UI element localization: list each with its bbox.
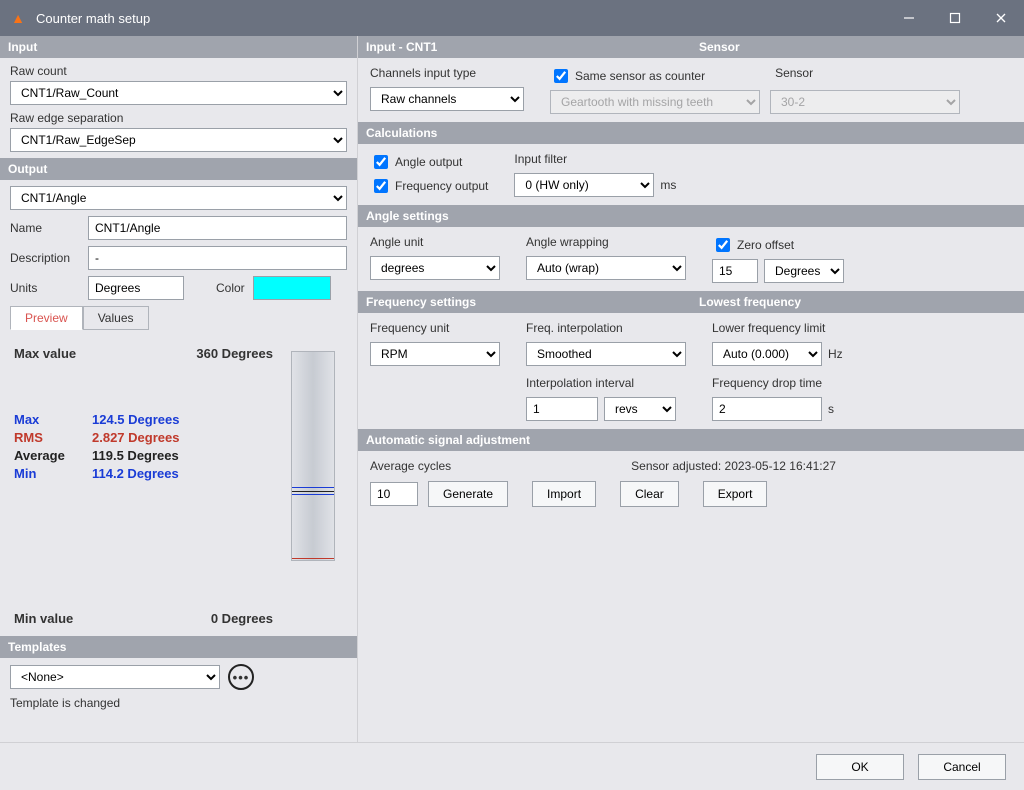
freq-unit-select[interactable]: RPM	[370, 342, 500, 366]
stat-min-val: 114.2 Degrees	[92, 465, 179, 483]
avg-cycles-label: Average cycles	[370, 459, 451, 473]
frequency-output-checkbox[interactable]: Frequency output	[370, 176, 488, 196]
preview-gauge	[291, 351, 335, 561]
raw-count-label: Raw count	[10, 64, 347, 78]
interp-interval-unit-select[interactable]: revs	[604, 397, 676, 421]
stat-avg-val: 119.5 Degrees	[92, 447, 179, 465]
channels-type-label: Channels input type	[370, 66, 524, 80]
lower-freq-select[interactable]: Auto (0.000)	[712, 342, 822, 366]
output-header: Output	[0, 158, 357, 180]
tab-values[interactable]: Values	[83, 306, 149, 330]
interp-interval-label: Interpolation interval	[526, 376, 686, 390]
angle-wrapping-label: Angle wrapping	[526, 235, 686, 249]
units-input[interactable]	[88, 276, 184, 300]
sensor-variant-select: 30-2	[770, 90, 960, 114]
min-value: 0 Degrees	[211, 611, 343, 626]
tab-preview[interactable]: Preview	[10, 306, 83, 330]
maximize-button[interactable]	[932, 0, 978, 36]
name-label: Name	[10, 221, 80, 235]
generate-button[interactable]: Generate	[428, 481, 508, 507]
freq-interp-select[interactable]: Smoothed	[526, 342, 686, 366]
hz-label: Hz	[828, 347, 843, 361]
lowest-frequency-header: Lowest frequency	[691, 291, 1024, 313]
description-label: Description	[10, 251, 80, 265]
output-channel-select[interactable]: CNT1/Angle	[10, 186, 347, 210]
freq-interp-label: Freq. interpolation	[526, 321, 686, 335]
color-label: Color	[216, 281, 245, 295]
interp-interval-input[interactable]	[526, 397, 598, 421]
template-select[interactable]: <None>	[10, 665, 220, 689]
angle-settings-header: Angle settings	[358, 205, 1024, 227]
description-input[interactable]	[88, 246, 347, 270]
angle-unit-select[interactable]: degrees	[370, 256, 500, 280]
angle-wrapping-select[interactable]: Auto (wrap)	[526, 256, 686, 280]
freq-unit-label: Frequency unit	[370, 321, 500, 335]
frequency-settings-header: Frequency settings	[358, 291, 691, 313]
s-label: s	[828, 402, 834, 416]
export-button[interactable]: Export	[703, 481, 768, 507]
app-icon: ▲	[10, 10, 26, 26]
sensor-label: Sensor	[775, 66, 813, 86]
zero-offset-checkbox[interactable]: Zero offset	[712, 235, 844, 255]
auto-adjustment-header: Automatic signal adjustment	[358, 429, 1024, 451]
input-header: Input	[0, 36, 357, 58]
minimize-button[interactable]	[886, 0, 932, 36]
sensor-type-select: Geartooth with missing teeth	[550, 90, 760, 114]
units-label: Units	[10, 281, 80, 295]
templates-header: Templates	[0, 636, 357, 658]
input-filter-unit: ms	[660, 178, 676, 192]
close-button[interactable]	[978, 0, 1024, 36]
calculations-header: Calculations	[358, 122, 1024, 144]
template-more-button[interactable]: •••	[228, 664, 254, 690]
raw-edge-label: Raw edge separation	[10, 111, 347, 125]
stat-avg-label: Average	[14, 447, 92, 465]
cancel-button[interactable]: Cancel	[918, 754, 1006, 780]
stat-max-val: 124.5 Degrees	[92, 411, 179, 429]
min-value-label: Min value	[14, 611, 73, 626]
input-cnt-header: Input - CNT1	[358, 36, 691, 58]
stat-max-label: Max	[14, 411, 92, 429]
avg-cycles-input[interactable]	[370, 482, 418, 506]
angle-unit-label: Angle unit	[370, 235, 500, 249]
angle-output-checkbox[interactable]: Angle output	[370, 152, 488, 172]
max-value-label: Max value	[14, 346, 76, 361]
clear-button[interactable]: Clear	[620, 481, 679, 507]
input-filter-select[interactable]: 0 (HW only)	[514, 173, 654, 197]
sensor-adjusted-label: Sensor adjusted: 2023-05-12 16:41:27	[631, 459, 836, 473]
freq-drop-label: Frequency drop time	[712, 376, 843, 390]
window-title: Counter math setup	[36, 11, 150, 26]
same-sensor-checkbox[interactable]: Same sensor as counter	[550, 66, 705, 86]
input-filter-label: Input filter	[514, 152, 676, 166]
zero-offset-input[interactable]	[712, 259, 758, 283]
name-input[interactable]	[88, 216, 347, 240]
channels-type-select[interactable]: Raw channels	[370, 87, 524, 111]
raw-edge-select[interactable]: CNT1/Raw_EdgeSep	[10, 128, 347, 152]
lower-freq-label: Lower frequency limit	[712, 321, 843, 335]
freq-drop-input[interactable]	[712, 397, 822, 421]
color-picker[interactable]	[253, 276, 331, 300]
template-status: Template is changed	[10, 696, 347, 710]
raw-count-select[interactable]: CNT1/Raw_Count	[10, 81, 347, 105]
ok-button[interactable]: OK	[816, 754, 904, 780]
stat-rms-label: RMS	[14, 429, 92, 447]
sensor-header: Sensor	[691, 36, 1024, 58]
zero-offset-unit-select[interactable]: Degrees	[764, 259, 844, 283]
stat-min-label: Min	[14, 465, 92, 483]
import-button[interactable]: Import	[532, 481, 596, 507]
stat-rms-val: 2.827 Degrees	[92, 429, 179, 447]
